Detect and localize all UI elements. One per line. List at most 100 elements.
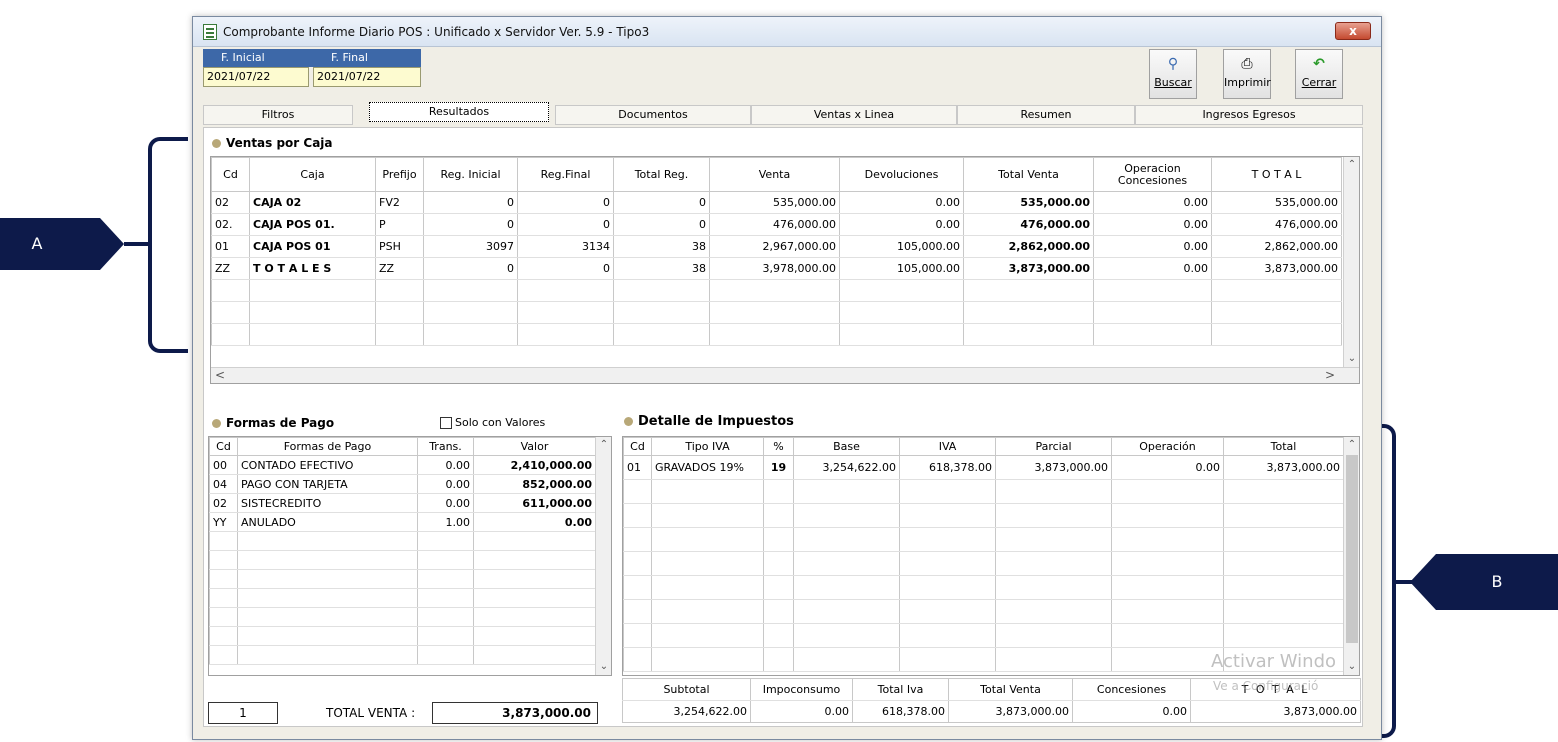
tab-ventas-x-linea[interactable]: Ventas x Linea — [751, 105, 957, 125]
col-base[interactable]: Base — [793, 437, 900, 456]
close-button[interactable]: x — [1335, 22, 1371, 40]
scroll-up-icon[interactable]: ⌃ — [1344, 157, 1359, 173]
tab-resultados[interactable]: Resultados — [369, 102, 549, 122]
empty-row — [209, 569, 596, 589]
solo-valores-checkbox[interactable]: Solo con Valores — [440, 416, 545, 429]
scroll-up-icon[interactable]: ⌃ — [596, 437, 611, 453]
cell: 02. — [211, 213, 250, 236]
table-row[interactable]: 02. CAJA POS 01. P 0 0 0 476,000.00 0.00… — [211, 213, 1342, 236]
cell: PSH — [375, 235, 424, 258]
cell: 852,000.00 — [473, 474, 596, 494]
cell: 476,000.00 — [1211, 213, 1342, 236]
buscar-button[interactable]: ⚲ Buscar — [1149, 49, 1197, 99]
start-date-field[interactable]: 2021/07/22 — [203, 67, 309, 87]
col-operacion-concesiones[interactable]: Operacion Concesiones — [1093, 157, 1212, 192]
cell: 0.00 — [417, 474, 474, 494]
scroll-right-icon[interactable]: > — [1325, 368, 1335, 382]
col-tipo-iva[interactable]: Tipo IVA — [651, 437, 764, 456]
empty-row — [209, 645, 596, 665]
col-formas-de-pago[interactable]: Formas de Pago — [237, 437, 418, 456]
cell: FV2 — [375, 191, 424, 214]
cell: 1.00 — [417, 512, 474, 532]
table-row[interactable]: 02 CAJA 02 FV2 0 0 0 535,000.00 0.00 535… — [211, 191, 1342, 214]
tab-ingresos-egresos[interactable]: Ingresos Egresos — [1135, 105, 1363, 125]
empty-row — [209, 531, 596, 551]
total-venta-value: 3,873,000.00 — [432, 702, 598, 724]
end-date-field[interactable]: 2021/07/22 — [313, 67, 421, 87]
col-porcentaje[interactable]: % — [763, 437, 794, 456]
col-total[interactable]: T O T A L — [1211, 157, 1342, 192]
scroll-thumb[interactable] — [1346, 455, 1358, 643]
printer-icon: ⎙ — [1241, 56, 1253, 72]
cell: 3,873,000.00 — [963, 257, 1094, 280]
cell: 0.00 — [1111, 455, 1224, 480]
tab-filtros[interactable]: Filtros — [203, 105, 353, 125]
cell: SISTECREDITO — [237, 493, 418, 513]
table-row[interactable]: 02 SISTECREDITO 0.00 611,000.00 — [209, 493, 596, 513]
col-total-venta[interactable]: Total Venta — [963, 157, 1094, 192]
table-row[interactable]: YY ANULADO 1.00 0.00 — [209, 512, 596, 532]
cell: 476,000.00 — [709, 213, 840, 236]
pagos-grid[interactable]: Cd Formas de Pago Trans. Valor 00 CONTAD… — [208, 436, 612, 676]
pagos-vertical-scrollbar[interactable]: ⌃ ⌄ — [595, 437, 611, 675]
table-row[interactable]: 01 GRAVADOS 19% 19 3,254,622.00 618,378.… — [623, 455, 1344, 480]
cell: 0 — [423, 191, 518, 214]
col-venta[interactable]: Venta — [709, 157, 840, 192]
cell: 0 — [613, 213, 710, 236]
bullet-icon — [212, 419, 221, 428]
col-reg-inicial[interactable]: Reg. Inicial — [423, 157, 518, 192]
table-row[interactable]: ZZ T O T A L E S ZZ 0 0 38 3,978,000.00 … — [211, 257, 1342, 280]
col-devoluciones[interactable]: Devoluciones — [839, 157, 964, 192]
empty-row — [209, 550, 596, 570]
cell: 3,254,622.00 — [793, 455, 900, 480]
ventas-vertical-scrollbar[interactable]: ⌃ ⌄ — [1343, 157, 1359, 367]
cerrar-button[interactable]: ↶ Cerrar — [1295, 49, 1343, 99]
impuestos-vertical-scrollbar[interactable]: ⌃ ⌄ — [1343, 437, 1359, 675]
title-bar: Comprobante Informe Diario POS : Unifica… — [193, 17, 1381, 47]
empty-row — [623, 575, 1344, 600]
col-parcial[interactable]: Parcial — [995, 437, 1112, 456]
col-cd[interactable]: Cd — [209, 437, 238, 456]
cell: 3,873,000.00 — [995, 455, 1112, 480]
table-row[interactable]: 04 PAGO CON TARJETA 0.00 852,000.00 — [209, 474, 596, 494]
impuestos-header-row: Cd Tipo IVA % Base IVA Parcial Operación… — [623, 437, 1344, 456]
table-row[interactable]: 01 CAJA POS 01 PSH 3097 3134 38 2,967,00… — [211, 235, 1342, 258]
col-reg-final[interactable]: Reg.Final — [517, 157, 614, 192]
table-row[interactable]: 00 CONTADO EFECTIVO 0.00 2,410,000.00 — [209, 455, 596, 475]
scroll-down-icon[interactable]: ⌄ — [1344, 659, 1359, 675]
scroll-down-icon[interactable]: ⌄ — [596, 659, 611, 675]
col-prefijo[interactable]: Prefijo — [375, 157, 424, 192]
cell: 0 — [423, 213, 518, 236]
impuestos-grid[interactable]: Cd Tipo IVA % Base IVA Parcial Operación… — [622, 436, 1360, 676]
tab-bar: Filtros Resultados Documentos Ventas x L… — [203, 102, 1363, 125]
results-panel: Ventas por Caja Cd Caja Prefijo Reg. Ini… — [203, 127, 1363, 727]
col-caja[interactable]: Caja — [249, 157, 376, 192]
cell: 0 — [423, 257, 518, 280]
col-total[interactable]: Total — [1223, 437, 1344, 456]
scroll-up-icon[interactable]: ⌃ — [1344, 437, 1359, 453]
annotation-arrow-b — [1410, 554, 1436, 610]
col-operacion[interactable]: Operación — [1111, 437, 1224, 456]
cell: 618,378.00 — [899, 455, 996, 480]
scroll-left-icon[interactable]: < — [215, 368, 225, 382]
cell: 0.00 — [1093, 235, 1212, 258]
ventas-grid[interactable]: Cd Caja Prefijo Reg. Inicial Reg.Final T… — [210, 156, 1360, 384]
empty-row — [211, 279, 1342, 302]
tab-documentos[interactable]: Documentos — [555, 105, 751, 125]
imprimir-button[interactable]: ⎙ Imprimir — [1223, 49, 1271, 99]
cell: 0 — [517, 191, 614, 214]
col-valor[interactable]: Valor — [473, 437, 596, 456]
checkbox-icon[interactable] — [440, 417, 452, 429]
tab-resumen[interactable]: Resumen — [957, 105, 1135, 125]
start-date-label: F. Inicial — [221, 51, 265, 64]
cell: 19 — [763, 455, 794, 480]
scroll-down-icon[interactable]: ⌄ — [1344, 351, 1359, 367]
ventas-horizontal-scrollbar[interactable]: < > — [211, 367, 1359, 383]
col-total-reg[interactable]: Total Reg. — [613, 157, 710, 192]
col-iva[interactable]: IVA — [899, 437, 996, 456]
col-cd[interactable]: Cd — [211, 157, 250, 192]
summary-impoconsumo: 0.00 — [750, 700, 853, 723]
col-cd[interactable]: Cd — [623, 437, 652, 456]
summary-concesiones: 0.00 — [1072, 700, 1191, 723]
col-trans[interactable]: Trans. — [417, 437, 474, 456]
